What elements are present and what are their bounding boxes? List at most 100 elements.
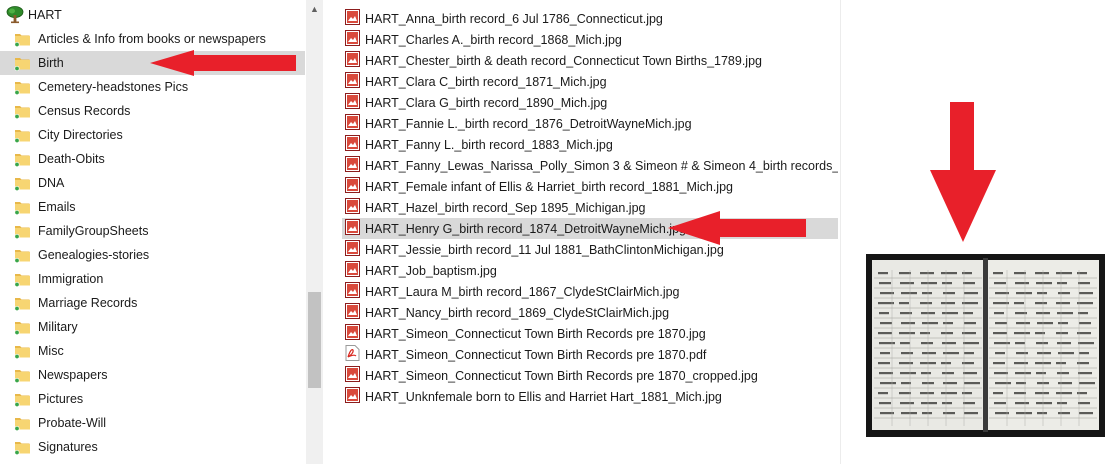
file-row[interactable]: HART_Nancy_birth record_1869_ClydeStClai… <box>342 302 838 323</box>
pane-divider[interactable] <box>840 0 841 464</box>
file-name: HART_Simeon_Connecticut Town Birth Recor… <box>365 368 758 383</box>
tree-item-military[interactable]: Military <box>0 315 305 339</box>
tree-item-articles-info-from-books-or-newspapers[interactable]: Articles & Info from books or newspapers <box>0 27 305 51</box>
file-name: HART_Hazel_birth record_Sep 1895_Michiga… <box>365 200 646 215</box>
image-file-icon <box>345 219 360 238</box>
tree-item-dna[interactable]: DNA <box>0 171 305 195</box>
folder-icon <box>14 295 31 311</box>
image-file-icon <box>345 51 360 70</box>
tree-item-label: Birth <box>38 56 64 70</box>
file-name: HART_Charles A._birth record_1868_Mich.j… <box>365 32 622 47</box>
tree-root-hart[interactable]: HART <box>6 5 62 25</box>
folder-icon <box>14 415 31 431</box>
file-row[interactable]: HART_Laura M_birth record_1867_ClydeStCl… <box>342 281 838 302</box>
folder-icon <box>14 391 31 407</box>
tree-item-label: Genealogies-stories <box>38 248 150 262</box>
file-name: HART_Nancy_birth record_1869_ClydeStClai… <box>365 305 670 320</box>
file-name: HART_Fannie L._birth record_1876_Detroit… <box>365 116 692 131</box>
down-arrow-to-preview-icon <box>930 102 996 242</box>
file-row[interactable]: HART_Simeon_Connecticut Town Birth Recor… <box>342 344 838 365</box>
file-row[interactable]: HART_Clara C_birth record_1871_Mich.jpg <box>342 71 838 92</box>
image-file-icon <box>345 324 360 343</box>
tree-item-census-records[interactable]: Census Records <box>0 99 305 123</box>
file-name: HART_Simeon_Connecticut Town Birth Recor… <box>365 347 707 362</box>
tree-item-label: Census Records <box>38 104 131 118</box>
folder-icon <box>14 247 31 263</box>
folder-icon <box>14 319 31 335</box>
file-row[interactable]: HART_Chester_birth & death record_Connec… <box>342 50 838 71</box>
tree-item-label: Death-Obits <box>38 152 105 166</box>
image-file-icon <box>345 9 360 28</box>
tree-item-death-obits[interactable]: Death-Obits <box>0 147 305 171</box>
file-name: HART_Female infant of Ellis & Harriet_bi… <box>365 179 733 194</box>
tree-item-signatures[interactable]: Signatures <box>0 435 305 459</box>
tree-scrollbar[interactable]: ▲ <box>306 0 323 464</box>
file-row[interactable]: HART_Fanny L._birth record_1883_Mich.jpg <box>342 134 838 155</box>
file-row[interactable]: HART_Anna_birth record_6 Jul 1786_Connec… <box>342 8 838 29</box>
tree-item-newspapers[interactable]: Newspapers <box>0 363 305 387</box>
tree-item-familygroupsheets[interactable]: FamilyGroupSheets <box>0 219 305 243</box>
tree-root-label: HART <box>28 8 62 22</box>
image-file-icon <box>345 366 360 385</box>
file-row[interactable]: HART_Job_baptism.jpg <box>342 260 838 281</box>
tree-item-label: Emails <box>38 200 76 214</box>
image-file-icon <box>345 156 360 175</box>
folder-icon <box>14 223 31 239</box>
file-row[interactable]: HART_Fanny_Lewas_Narissa_Polly_Simon 3 &… <box>342 155 838 176</box>
folder-icon <box>14 175 31 191</box>
image-file-icon <box>345 72 360 91</box>
scroll-up-arrow-icon[interactable]: ▲ <box>306 0 323 17</box>
file-row[interactable]: HART_Fannie L._birth record_1876_Detroit… <box>342 113 838 134</box>
tree-item-label: Immigration <box>38 272 104 286</box>
tree-item-label: Marriage Records <box>38 296 138 310</box>
tree-item-label: Military <box>38 320 78 334</box>
image-file-icon <box>345 261 360 280</box>
folder-icon <box>14 439 31 455</box>
folder-icon <box>14 367 31 383</box>
tree-item-label: Cemetery-headstones Pics <box>38 80 189 94</box>
tree-item-label: FamilyGroupSheets <box>38 224 149 238</box>
tree-item-emails[interactable]: Emails <box>0 195 305 219</box>
image-file-icon <box>345 177 360 196</box>
tree-item-immigration[interactable]: Immigration <box>0 267 305 291</box>
left-arrow-to-birth-icon <box>150 50 296 76</box>
family-tree-icon <box>6 6 24 24</box>
file-name: HART_Laura M_birth record_1867_ClydeStCl… <box>365 284 680 299</box>
file-row[interactable]: HART_Female infant of Ellis & Harriet_bi… <box>342 176 838 197</box>
folder-icon <box>14 55 31 71</box>
tree-item-label: Signatures <box>38 440 98 454</box>
tree-item-marriage-records[interactable]: Marriage Records <box>0 291 305 315</box>
file-name: HART_Anna_birth record_6 Jul 1786_Connec… <box>365 11 663 26</box>
file-name: HART_Clara C_birth record_1871_Mich.jpg <box>365 74 607 89</box>
folder-icon <box>14 103 31 119</box>
tree-item-label: Probate-Will <box>38 416 107 430</box>
file-row[interactable]: HART_Simeon_Connecticut Town Birth Recor… <box>342 365 838 386</box>
file-name: HART_Chester_birth & death record_Connec… <box>365 53 762 68</box>
file-row[interactable]: HART_Clara G_birth record_1890_Mich.jpg <box>342 92 838 113</box>
folder-icon <box>14 151 31 167</box>
tree-item-cemetery-headstones-pics[interactable]: Cemetery-headstones Pics <box>0 75 305 99</box>
tree-item-probate-will[interactable]: Probate-Will <box>0 411 305 435</box>
file-row[interactable]: HART_Charles A._birth record_1868_Mich.j… <box>342 29 838 50</box>
scrollbar-thumb[interactable] <box>308 292 321 388</box>
image-file-icon <box>345 240 360 259</box>
image-file-icon <box>345 114 360 133</box>
image-file-icon <box>345 30 360 49</box>
tree-item-pictures[interactable]: Pictures <box>0 387 305 411</box>
file-name: HART_Unknfemale born to Ellis and Harrie… <box>365 389 722 404</box>
file-row[interactable]: HART_Simeon_Connecticut Town Birth Recor… <box>342 323 838 344</box>
file-name: HART_Job_baptism.jpg <box>365 263 497 278</box>
tree-item-label: DNA <box>38 176 65 190</box>
image-file-icon <box>345 387 360 406</box>
tree-item-genealogies-stories[interactable]: Genealogies-stories <box>0 243 305 267</box>
tree-item-misc[interactable]: Misc <box>0 339 305 363</box>
folder-icon <box>14 199 31 215</box>
file-name: HART_Simeon_Connecticut Town Birth Recor… <box>365 326 706 341</box>
file-name: HART_Clara G_birth record_1890_Mich.jpg <box>365 95 608 110</box>
image-file-icon <box>345 93 360 112</box>
image-file-icon <box>345 282 360 301</box>
folder-icon <box>14 343 31 359</box>
tree-item-city-directories[interactable]: City Directories <box>0 123 305 147</box>
folder-icon <box>14 79 31 95</box>
file-row[interactable]: HART_Unknfemale born to Ellis and Harrie… <box>342 386 838 407</box>
